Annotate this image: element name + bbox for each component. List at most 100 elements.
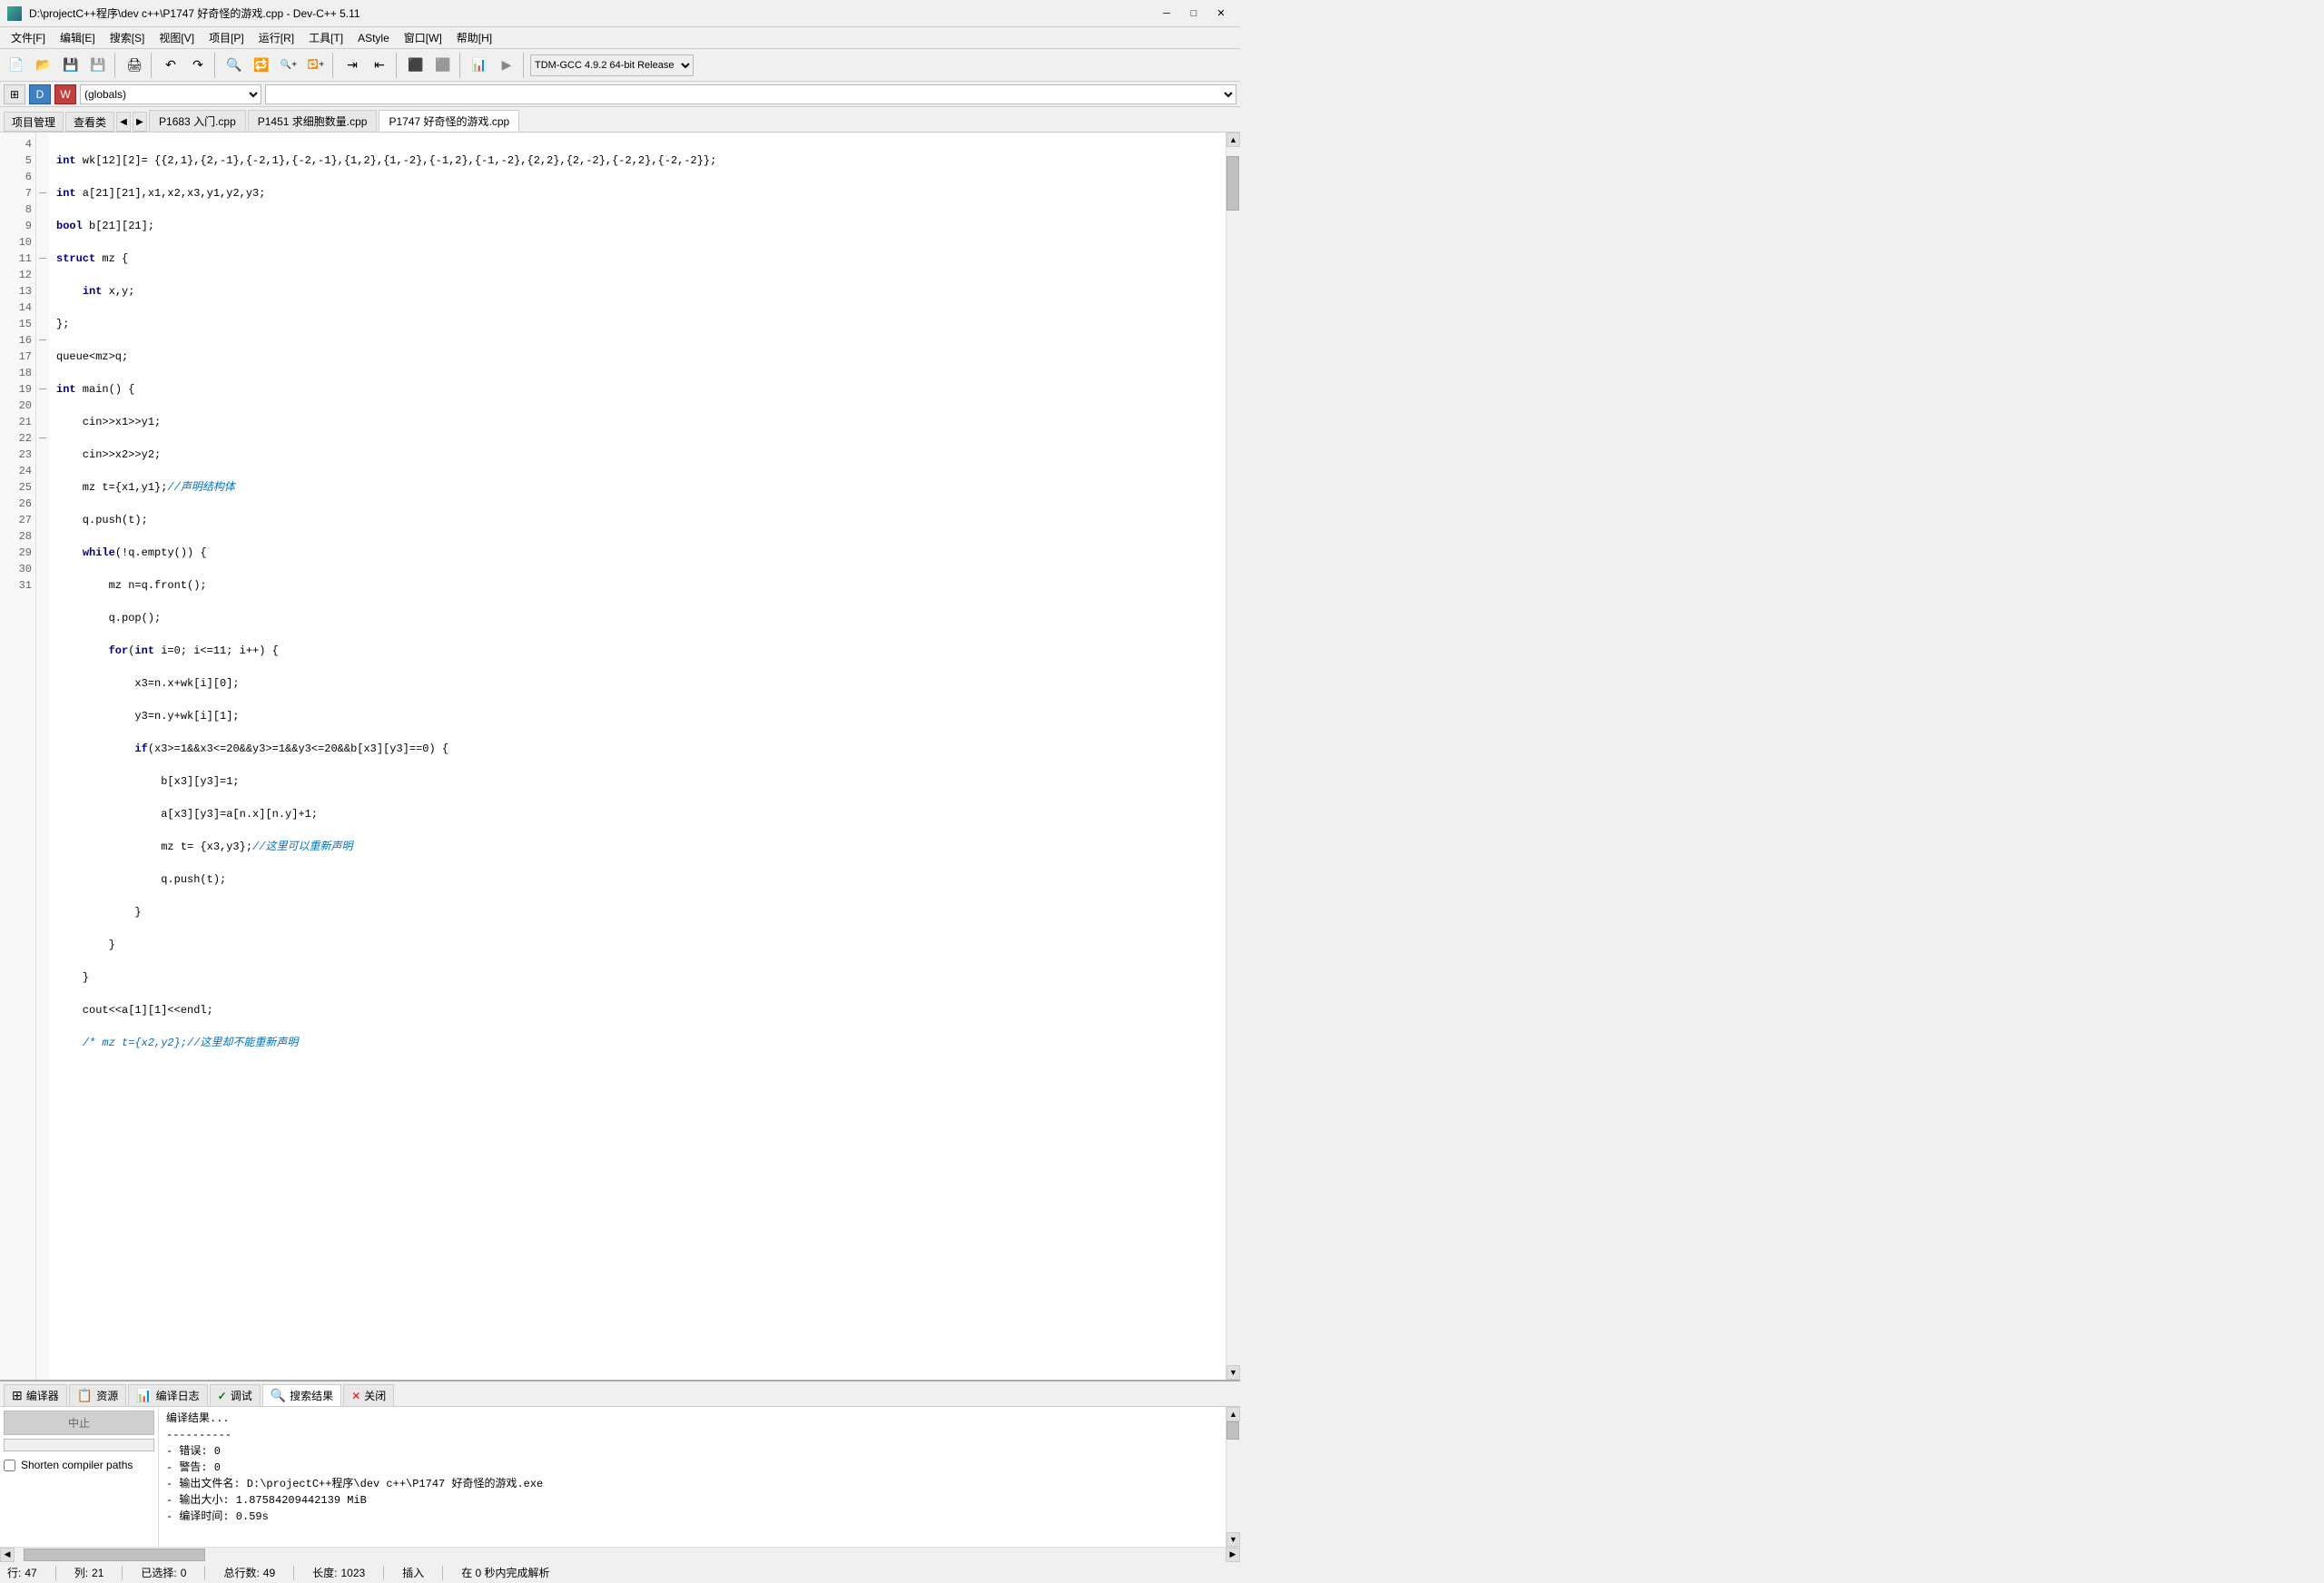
menu-astyle[interactable]: AStyle	[350, 28, 397, 48]
code-line-27: }	[56, 904, 1218, 920]
bottom-tab-resources[interactable]: 📋 资源	[69, 1384, 126, 1406]
status-selected-value: 0	[181, 1567, 187, 1579]
status-total: 总行数: 49	[223, 1565, 275, 1580]
shorten-paths-label[interactable]: Shorten compiler paths	[21, 1459, 133, 1471]
bottom-tab-compiler[interactable]: ⊞ 编译器	[4, 1384, 67, 1406]
hscroll-track[interactable]	[15, 1548, 1226, 1562]
toolbar-sep-7	[523, 53, 527, 78]
output-scroll-track[interactable]	[1226, 1421, 1240, 1532]
menu-help[interactable]: 帮助[H]	[449, 28, 499, 48]
redo-button[interactable]: ↷	[185, 53, 211, 78]
scroll-thumb[interactable]	[1226, 156, 1239, 211]
toolbar-sep-5	[396, 53, 399, 78]
tab-p1451[interactable]: P1451 求细胞数量.cpp	[248, 110, 378, 132]
fold-16[interactable]: ─	[36, 332, 49, 349]
menu-run[interactable]: 运行[R]	[251, 28, 301, 48]
find-all-button[interactable]: 🔍+	[276, 53, 301, 78]
output-scrollbar[interactable]: ▲ ▼	[1226, 1407, 1240, 1547]
replace-button[interactable]: 🔁	[249, 53, 274, 78]
compile-button[interactable]: 📊	[467, 53, 492, 78]
window-controls: ─ □ ✕	[1155, 5, 1233, 23]
status-row-value: 47	[25, 1567, 36, 1579]
undo-button[interactable]: ↶	[158, 53, 183, 78]
fold-7[interactable]: ─	[36, 185, 49, 202]
code-line-7: struct mz {	[56, 251, 1218, 267]
scope-watch-button[interactable]: W	[54, 84, 76, 104]
save-button[interactable]: 💾	[58, 53, 84, 78]
shorten-compiler-paths-row: Shorten compiler paths	[4, 1459, 154, 1471]
run-button[interactable]: ▶	[494, 53, 519, 78]
bottom-tab-debug[interactable]: ✓ 调试	[210, 1384, 261, 1406]
main-toolbar: 📄 📂 💾 💾 🖨 ↶ ↷ 🔍 🔁 🔍+ 🔁+ ⇥ ⇤ ⬛ ⬛ 📊 ▶ TDM-…	[0, 49, 1240, 82]
find-button[interactable]: 🔍	[222, 53, 247, 78]
maximize-button[interactable]: □	[1182, 5, 1206, 23]
app-icon	[7, 6, 22, 21]
output-scroll-down[interactable]: ▼	[1226, 1532, 1240, 1547]
tab-p1683[interactable]: P1683 入门.cpp	[149, 110, 246, 132]
function-selector[interactable]	[265, 84, 1236, 104]
menu-tools[interactable]: 工具[T]	[301, 28, 350, 48]
status-total-value: 49	[263, 1567, 275, 1579]
fold-11[interactable]: ─	[36, 251, 49, 267]
bottom-tab-search[interactable]: 🔍 搜索结果	[262, 1384, 341, 1406]
tab-prev-button[interactable]: ◀	[116, 112, 131, 132]
menu-file[interactable]: 文件[F]	[4, 28, 53, 48]
scroll-track[interactable]	[1226, 147, 1240, 1365]
scope-selector[interactable]: (globals)	[80, 84, 261, 104]
minimize-button[interactable]: ─	[1155, 5, 1178, 23]
menu-edit[interactable]: 编辑[E]	[53, 28, 103, 48]
code-line-11: int main() {	[56, 381, 1218, 398]
print-button[interactable]: 🖨	[122, 53, 147, 78]
bottom-tab-compile-log[interactable]: 📊 编译日志	[128, 1384, 207, 1406]
output-scroll-up[interactable]: ▲	[1226, 1407, 1240, 1421]
remove-breakpoints-button[interactable]: ⬛	[430, 53, 456, 78]
status-parse: 在 0 秒内完成解析	[461, 1565, 549, 1580]
open-button[interactable]: 📂	[31, 53, 56, 78]
hscroll-right-button[interactable]: ▶	[1226, 1548, 1240, 1562]
status-col-value: 21	[92, 1567, 103, 1579]
statusbar: 行: 47 列: 21 已选择: 0 总行数: 49 长度: 1023 插入 在…	[0, 1561, 1240, 1583]
unindent-button[interactable]: ⇤	[367, 53, 392, 78]
tabbar: 项目管理 查看类 ◀ ▶ P1683 入门.cpp P1451 求细胞数量.cp…	[0, 107, 1240, 133]
code-line-20: x3=n.x+wk[i][0];	[56, 675, 1218, 692]
status-sep-3	[204, 1566, 205, 1580]
tab-p1747[interactable]: P1747 好奇怪的游戏.cpp	[379, 110, 519, 132]
project-manager-button[interactable]: 项目管理	[4, 112, 64, 132]
hscroll-left-button[interactable]: ◀	[0, 1548, 15, 1562]
status-sep-1	[55, 1566, 56, 1580]
output-scroll-thumb[interactable]	[1226, 1421, 1239, 1440]
bottom-tab-close[interactable]: ✕ 关闭	[343, 1384, 394, 1406]
menu-view[interactable]: 视图[V]	[152, 28, 202, 48]
close-button[interactable]: ✕	[1209, 5, 1233, 23]
stop-button[interactable]: 中止	[4, 1411, 154, 1435]
fold-22[interactable]: ─	[36, 430, 49, 447]
menu-window[interactable]: 窗口[W]	[397, 28, 449, 48]
editor-scrollbar[interactable]: ▲ ▼	[1226, 133, 1240, 1380]
tab-next-button[interactable]: ▶	[133, 112, 147, 132]
indent-button[interactable]: ⇥	[340, 53, 365, 78]
replace-all-button[interactable]: 🔁+	[303, 53, 329, 78]
compile-log-icon: 📊	[136, 1388, 152, 1403]
scroll-down-button[interactable]: ▼	[1226, 1365, 1240, 1380]
shorten-paths-checkbox[interactable]	[4, 1460, 15, 1471]
code-line-16: while(!q.empty()) {	[56, 545, 1218, 561]
menu-search[interactable]: 搜索[S]	[103, 28, 153, 48]
view-class-button[interactable]: 查看类	[65, 112, 114, 132]
output-hscrollbar[interactable]: ◀ ▶	[0, 1547, 1240, 1561]
scope-prev-button[interactable]: ⊞	[4, 84, 25, 104]
hscroll-thumb[interactable]	[24, 1549, 205, 1561]
code-line-21: y3=n.y+wk[i][1];	[56, 708, 1218, 724]
scope-debug-button[interactable]: D	[29, 84, 51, 104]
scroll-up-button[interactable]: ▲	[1226, 133, 1240, 147]
menu-project[interactable]: 项目[P]	[202, 28, 251, 48]
code-content[interactable]: int wk[12][2]= {{2,1},{2,-1},{-2,1},{-2,…	[49, 133, 1226, 1380]
code-line-6: bool b[21][21];	[56, 218, 1218, 234]
new-button[interactable]: 📄	[4, 53, 29, 78]
code-editor[interactable]: 4 5 6 7 8 9 10 11 12 13 14 15 16 17 18 1…	[0, 133, 1240, 1380]
compiler-select[interactable]: TDM-GCC 4.9.2 64-bit Release	[530, 54, 694, 76]
compiler-tab-icon: ⊞	[12, 1388, 23, 1403]
save-all-button[interactable]: 💾	[85, 53, 111, 78]
toggle-breakpoint-button[interactable]: ⬛	[403, 53, 428, 78]
compile-output[interactable]: 编译结果... ---------- - 错误: 0 - 警告: 0 - 输出文…	[159, 1407, 1226, 1547]
fold-19[interactable]: ─	[36, 381, 49, 398]
